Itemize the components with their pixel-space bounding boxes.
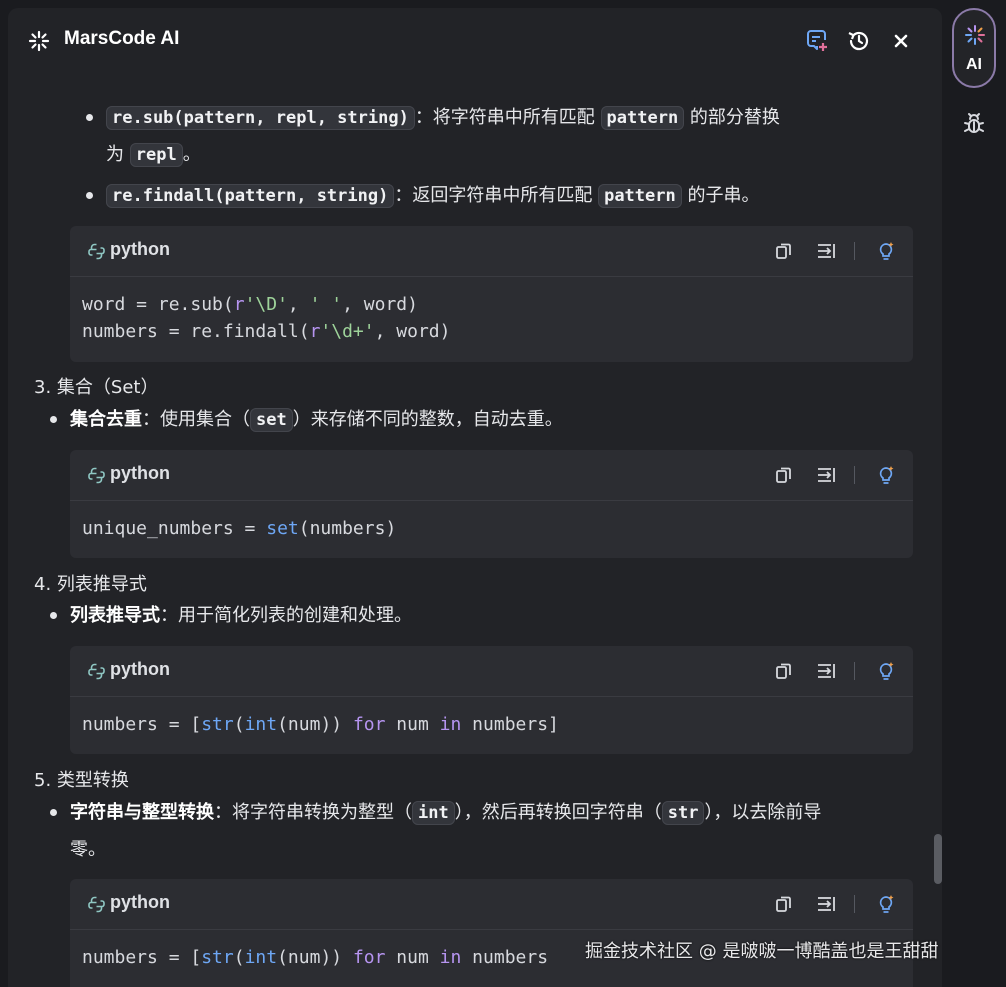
toolbar-separator	[854, 466, 855, 484]
ai-sparkle-icon	[965, 25, 985, 45]
section-heading-type-convert: 5. 类型转换	[34, 770, 129, 791]
right-activity-bar: AI	[942, 0, 1006, 987]
copy-icon[interactable]	[774, 894, 794, 914]
code-block-header: python	[70, 450, 913, 501]
bullet-type-convert: 字符串与整型转换：将字符串转换为整型（ int ），然后再转换回字符串（ str ），以…	[70, 800, 821, 826]
bullet-list-comp: 列表推导式：用于简化列表的创建和处理。	[70, 603, 412, 629]
code-block-header: python	[70, 226, 913, 277]
text: ：将字符串转换为整型（	[214, 802, 412, 823]
inline-code: int	[412, 801, 455, 825]
copy-icon[interactable]	[774, 241, 794, 261]
code-language: python	[110, 239, 170, 259]
code-block-body: numbers = [str(int(num)) for num in numb…	[70, 697, 913, 753]
inline-code: repl	[129, 143, 183, 167]
scrollbar-thumb[interactable]	[934, 834, 942, 884]
text: 。	[182, 144, 201, 165]
text: 为	[106, 144, 130, 165]
inline-code: re.findall(pattern, string)	[106, 184, 395, 208]
toolbar-separator	[854, 895, 855, 913]
history-icon	[848, 31, 869, 51]
python-icon	[88, 467, 105, 484]
bullet-dot	[50, 416, 57, 423]
bullet-dot	[86, 192, 93, 199]
python-icon	[88, 896, 105, 913]
copy-icon[interactable]	[774, 661, 794, 681]
bug-icon[interactable]	[962, 112, 986, 136]
code-block-header: python	[70, 879, 913, 930]
bullet-dot	[86, 114, 93, 121]
text: ：返回字符串中所有匹配	[394, 185, 599, 206]
code-language: python	[110, 463, 170, 483]
code-language: python	[110, 659, 170, 679]
python-icon	[88, 663, 105, 680]
inline-code: pattern	[600, 106, 685, 130]
sparkle-icon	[28, 30, 50, 52]
text: ），以去除前导	[704, 802, 822, 823]
code-language: python	[110, 892, 170, 912]
bullet-dot	[50, 809, 57, 816]
watermark: 掘金技术社区 @ 是啵啵一博酷盖也是王甜甜	[585, 941, 939, 962]
insert-icon[interactable]	[816, 465, 836, 485]
ai-assistant-button[interactable]: AI	[952, 8, 996, 88]
section-heading-list-comp: 4. 列表推导式	[34, 574, 147, 595]
section-heading-set: 3. 集合（Set）	[34, 377, 159, 398]
insert-icon[interactable]	[816, 894, 836, 914]
toolbar-separator	[854, 242, 855, 260]
code-block-body: word = re.sub(r'\D', ' ', word) numbers …	[70, 277, 913, 360]
panel-title: MarsCode AI	[64, 28, 180, 49]
code-block: python	[70, 879, 913, 987]
inline-code: str	[661, 801, 705, 825]
text: ），然后再转换回字符串（	[454, 802, 662, 823]
bullet-re-sub-cont: 为 repl。	[106, 142, 201, 168]
text: ）来存储不同的整数，自动去重。	[292, 409, 563, 430]
code-block: python	[70, 450, 913, 558]
new-chat-button[interactable]	[804, 28, 830, 54]
close-button[interactable]	[888, 28, 914, 54]
marscode-panel: MarsCode AI re.sub(pattern, repl, string…	[8, 8, 942, 987]
bullet-re-findall: re.findall(pattern, string) ：返回字符串中所有匹配 p…	[106, 183, 759, 209]
text: ：用于简化列表的创建和处理。	[160, 605, 412, 626]
copy-icon[interactable]	[774, 465, 794, 485]
text: 的部分替换	[684, 107, 780, 128]
code-block-header: python	[70, 646, 913, 697]
python-icon	[88, 243, 105, 260]
code-text: unique_numbers = set(numbers)	[82, 518, 397, 539]
bold-text: 集合去重	[70, 409, 142, 430]
code-block-body: unique_numbers = set(numbers)	[70, 501, 913, 557]
code-text: numbers = [str(int(num)) for num in numb…	[82, 714, 559, 735]
insert-icon[interactable]	[816, 661, 836, 681]
lightbulb-icon[interactable]	[876, 894, 896, 914]
lightbulb-icon[interactable]	[876, 661, 896, 681]
code-block: python	[70, 226, 913, 362]
inline-code: pattern	[598, 184, 682, 208]
inline-code: re.sub(pattern, repl, string)	[106, 106, 415, 130]
text: ：将字符串中所有匹配	[414, 107, 601, 128]
bullet-set-dedup: 集合去重：使用集合（ set ）来存储不同的整数，自动去重。	[70, 407, 563, 433]
bullet-re-sub: re.sub(pattern, repl, string) ：将字符串中所有匹配 …	[106, 105, 780, 131]
close-icon	[894, 34, 908, 48]
panel-header: MarsCode AI	[8, 8, 942, 72]
history-button[interactable]	[846, 28, 872, 54]
toolbar-separator	[854, 662, 855, 680]
bold-text: 列表推导式	[70, 605, 160, 626]
bullet-dot	[50, 612, 57, 619]
new-chat-icon	[807, 30, 827, 51]
text: 的子串。	[681, 185, 760, 206]
bullet-type-convert-cont: 零。	[70, 839, 106, 860]
code-block: python	[70, 646, 913, 754]
inline-code: set	[250, 408, 293, 432]
lightbulb-icon[interactable]	[876, 465, 896, 485]
lightbulb-icon[interactable]	[876, 241, 896, 261]
code-text: word = re.sub(r'\D', ' ', word) numbers …	[82, 294, 451, 342]
insert-icon[interactable]	[816, 241, 836, 261]
text: ：使用集合（	[142, 409, 250, 430]
ai-label: AI	[966, 56, 982, 73]
bold-text: 字符串与整型转换	[70, 802, 214, 823]
